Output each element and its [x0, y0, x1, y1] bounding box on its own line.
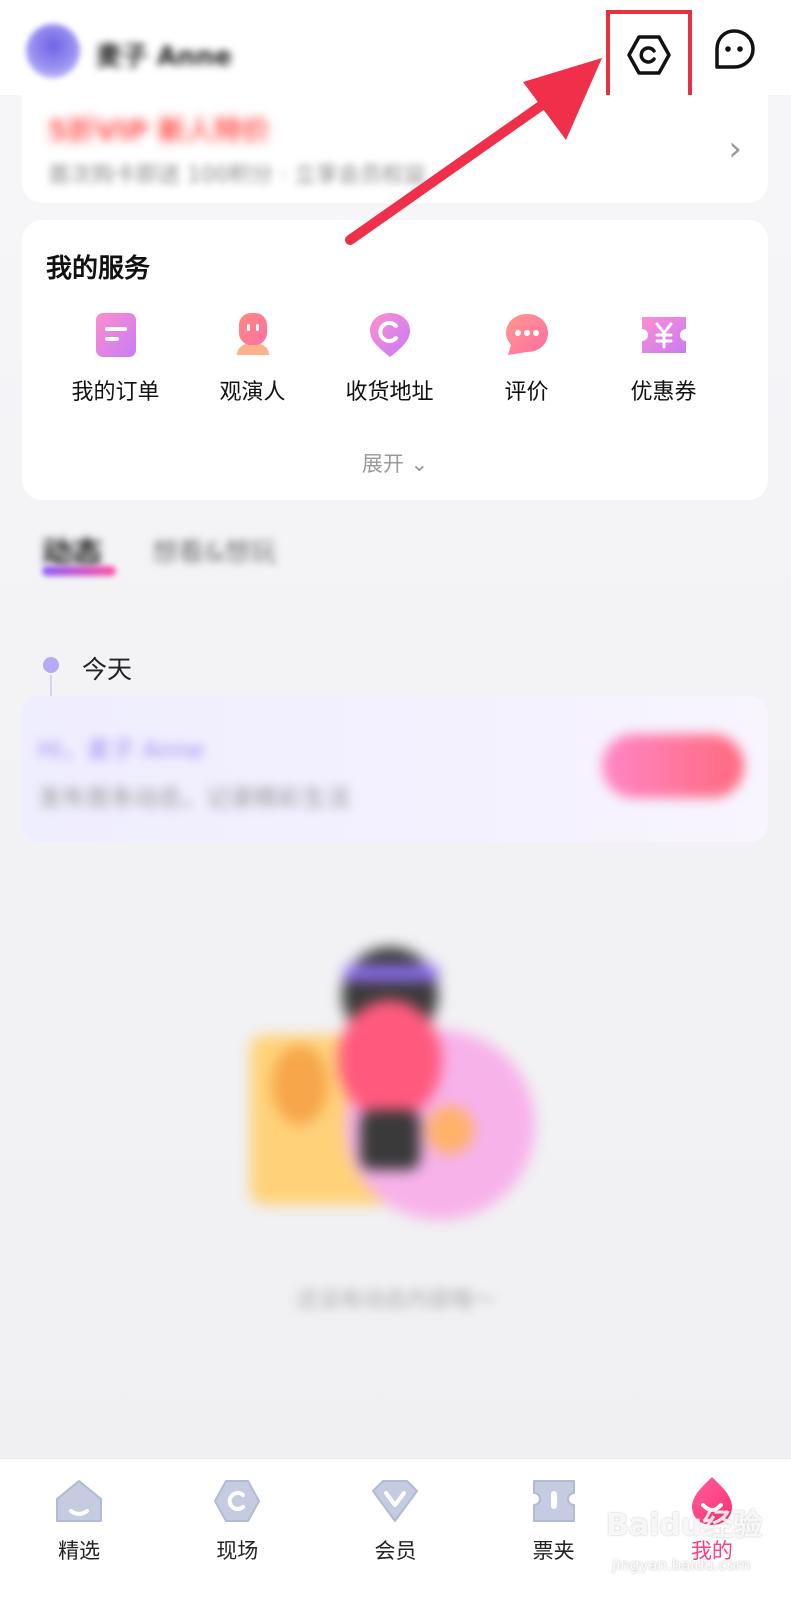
home-icon — [51, 1475, 107, 1527]
service-comments[interactable]: 评价 — [458, 308, 595, 418]
tabbar-item-home[interactable]: 精选 — [0, 1459, 158, 1600]
service-label: 观演人 — [219, 380, 286, 405]
service-label: 优惠券 — [630, 380, 697, 405]
settings-hexagon-icon — [627, 35, 671, 75]
tabbar-label: 现场 — [216, 1539, 259, 1563]
tabbar-item-live[interactable]: 现场 — [158, 1459, 316, 1600]
promo-title: 5折VIP 新人特价 — [48, 114, 270, 147]
message-button[interactable] — [706, 22, 762, 78]
tabbar-label: 会员 — [374, 1539, 417, 1563]
profile-header: 麦子 Anne — [0, 0, 791, 100]
service-address[interactable]: 收货地址 — [321, 308, 458, 418]
service-label: 收货地址 — [345, 380, 434, 405]
username[interactable]: 麦子 Anne — [96, 36, 232, 73]
tab-active-indicator — [42, 566, 116, 576]
vip-diamond-icon — [367, 1475, 423, 1527]
message-bubble-icon — [715, 29, 755, 69]
feed-greeting: Hi，麦子 Anne — [38, 736, 204, 764]
ticket-icon — [526, 1475, 582, 1527]
vip-promo-card[interactable]: 5折VIP 新人特价 首次购卡即送 100积分 · 立享会员权益 › — [22, 95, 768, 203]
avatar[interactable] — [26, 24, 80, 78]
live-icon — [209, 1475, 265, 1527]
settings-button[interactable] — [606, 10, 692, 100]
timeline-date: 今天 — [82, 655, 133, 684]
tabbar-label: 精选 — [58, 1539, 101, 1563]
watermark-logo: Baidu经验 — [606, 1508, 763, 1543]
order-icon — [89, 308, 143, 362]
service-coupons[interactable]: 优惠券 — [595, 308, 732, 418]
chevron-right-icon: › — [728, 129, 742, 169]
service-label: 我的订单 — [71, 380, 160, 405]
services-title: 我的服务 — [46, 254, 151, 284]
empty-state-text: 还没有动态内容哦～ — [296, 1288, 495, 1313]
post-button[interactable] — [602, 734, 744, 798]
timeline-dot — [43, 657, 59, 673]
service-my-orders[interactable]: 我的订单 — [47, 308, 184, 418]
expand-button[interactable]: 展开 ⌄ — [22, 448, 768, 478]
comment-icon — [500, 308, 554, 362]
feed-description: 发布首条动态，记录精彩生活 — [38, 784, 350, 812]
watermark-url: jingyan.baidu.com — [612, 1556, 751, 1574]
promo-subtitle: 首次购卡即送 100积分 · 立享会员权益 — [48, 163, 426, 188]
tabbar-item-vip[interactable]: 会员 — [316, 1459, 474, 1600]
service-viewers[interactable]: 观演人 — [184, 308, 321, 418]
address-icon — [363, 308, 417, 362]
tab-want-to-see[interactable]: 想看&想玩 — [152, 532, 276, 569]
coupon-icon — [637, 308, 691, 362]
timeline-line — [50, 675, 52, 697]
services-row: 我的订单 观演人 收货地址 评价 优惠券 — [22, 308, 768, 418]
my-services-card: 我的服务 我的订单 观演人 收货地址 评价 优惠券 展开 ⌄ — [22, 220, 768, 500]
service-label: 评价 — [504, 380, 549, 405]
viewer-icon — [226, 308, 280, 362]
tabbar-label: 票夹 — [532, 1539, 575, 1563]
empty-state-illustration — [240, 925, 550, 1225]
feed-card[interactable]: Hi，麦子 Anne 发布首条动态，记录精彩生活 — [22, 696, 768, 842]
